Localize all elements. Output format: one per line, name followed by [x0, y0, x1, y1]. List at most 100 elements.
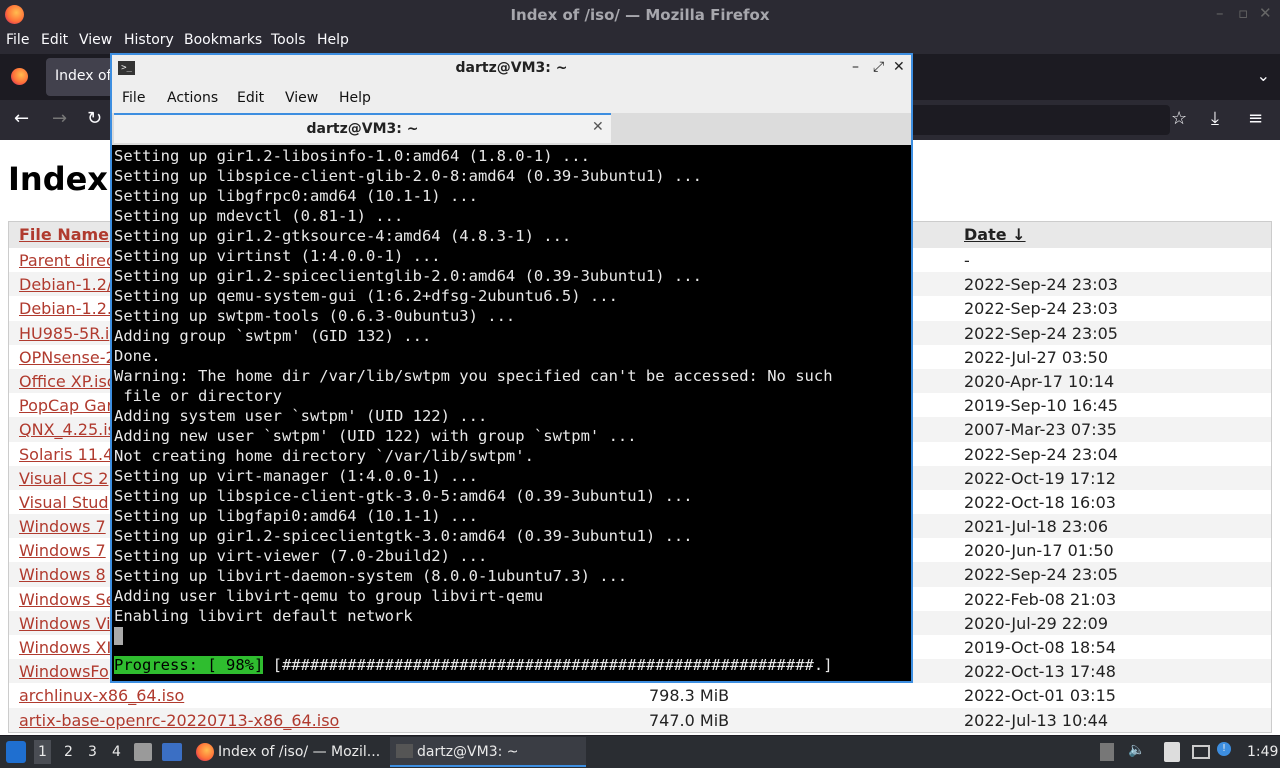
- terminal-line: Adding user libvirt-qemu to group libvir…: [114, 587, 544, 605]
- maximize-icon[interactable]: ▫: [1238, 4, 1248, 22]
- file-date: 2021-Jul-18 23:06: [964, 517, 1109, 537]
- terminal-window[interactable]: >_ dartz@VM3: ~ – ⤢ ✕ File Actions Edit …: [110, 53, 913, 683]
- firefox-titlebar: Index of /iso/ — Mozilla Firefox – ▫ ✕: [0, 0, 1280, 30]
- terminal-line: Setting up swtpm-tools (0.6.3-0ubuntu3) …: [114, 307, 516, 325]
- back-icon[interactable]: ←: [14, 108, 29, 129]
- file-link[interactable]: Windows 8: [19, 565, 106, 584]
- file-date: 2022-Oct-18 16:03: [964, 492, 1116, 512]
- sort-by-name-link[interactable]: File Name: [19, 225, 109, 244]
- window-title: Index of /iso/ — Mozilla Firefox: [510, 6, 770, 24]
- file-date: 2022-Sep-24 23:05: [964, 565, 1118, 585]
- menu-file[interactable]: File: [6, 32, 29, 48]
- terminal-line: Setting up qemu-system-gui (1:6.2+dfsg-2…: [114, 287, 618, 305]
- file-link[interactable]: Office XP.iso: [19, 372, 117, 391]
- taskbar-task-terminal[interactable]: dartz@VM3: ~: [390, 737, 586, 767]
- workspace-2[interactable]: 2: [64, 744, 73, 760]
- workspace-4[interactable]: 4: [112, 744, 121, 760]
- file-link[interactable]: PopCap Gar: [19, 396, 113, 415]
- file-link[interactable]: Windows XI: [19, 638, 111, 657]
- terminal-close-icon[interactable]: ✕: [893, 59, 905, 75]
- file-link[interactable]: Debian-1.2/: [19, 275, 112, 294]
- forward-icon[interactable]: →: [52, 108, 67, 129]
- terminal-maximize-icon[interactable]: ⤢: [873, 59, 884, 75]
- terminal-menu-file[interactable]: File: [122, 90, 145, 106]
- firefox-view-icon[interactable]: [11, 68, 28, 85]
- file-date: -: [964, 251, 970, 270]
- terminal-line: Setting up mdevctl (0.81-1) ...: [114, 207, 404, 225]
- file-link[interactable]: archlinux-x86_64.iso: [19, 686, 184, 705]
- hamburger-menu-icon[interactable]: ≡: [1248, 108, 1263, 129]
- file-link[interactable]: Debian-1.2.: [19, 299, 112, 318]
- bookmark-star-icon[interactable]: ☆: [1171, 108, 1187, 129]
- file-link[interactable]: Windows 7: [19, 541, 106, 560]
- file-link[interactable]: Visual CS 2: [19, 469, 108, 488]
- list-all-tabs-icon[interactable]: ⌄: [1257, 66, 1270, 85]
- minimize-icon[interactable]: –: [1216, 4, 1224, 22]
- terminal-line: Setting up libgfrpc0:amd64 (10.1-1) ...: [114, 187, 478, 205]
- menu-bookmarks[interactable]: Bookmarks: [184, 32, 262, 48]
- show-desktop-icon[interactable]: [162, 743, 182, 761]
- progress-label: Progress: [ 98%]: [114, 656, 264, 674]
- table-row: artix-base-openrc-20220713-x86_64.iso 747…: [9, 707, 1271, 732]
- taskbar: 1 2 3 4 Index of /iso/ — Mozil... dartz@…: [0, 736, 1280, 768]
- file-date: 2020-Apr-17 10:14: [964, 371, 1115, 391]
- file-date: 2022-Oct-19 17:12: [964, 468, 1116, 488]
- taskbar-task-terminal-label: dartz@VM3: ~: [417, 744, 519, 760]
- file-link[interactable]: Visual Stud: [19, 493, 109, 512]
- terminal-line: Adding system user `swtpm' (UID 122) ...: [114, 407, 488, 425]
- table-row: archlinux-x86_64.iso 798.3 MiB 2022-Oct-01…: [9, 683, 1271, 707]
- terminal-line: Setting up libspice-client-glib-2.0-8:am…: [114, 167, 702, 185]
- firefox-menubar: File Edit View History Bookmarks Tools H…: [0, 30, 1280, 54]
- file-date: 2007-Mar-23 07:35: [964, 420, 1117, 440]
- file-manager-icon[interactable]: [134, 743, 152, 761]
- terminal-tab-close-icon[interactable]: ✕: [592, 119, 604, 135]
- file-link[interactable]: Windows 7: [19, 517, 106, 536]
- clipboard-icon[interactable]: [1164, 742, 1180, 762]
- file-link[interactable]: QNX_4.25.is: [19, 420, 116, 439]
- terminal-tab[interactable]: dartz@VM3: ~ ✕: [114, 113, 611, 143]
- taskbar-task-firefox[interactable]: Index of /iso/ — Mozil...: [190, 737, 386, 767]
- download-icon[interactable]: ⤓: [1211, 108, 1219, 129]
- file-link[interactable]: Windows Se: [19, 590, 116, 609]
- menu-edit[interactable]: Edit: [41, 32, 68, 48]
- volume-icon[interactable]: 🔈: [1128, 742, 1145, 758]
- terminal-line: Adding group `swtpm' (GID 132) ...: [114, 327, 432, 345]
- updates-icon[interactable]: [1100, 743, 1114, 761]
- file-date: 2022-Sep-24 23:03: [964, 275, 1118, 295]
- workspace-1[interactable]: 1: [34, 740, 51, 764]
- file-link[interactable]: Windows Vi: [19, 614, 111, 633]
- menu-tools[interactable]: Tools: [271, 32, 306, 48]
- terminal-menu-view[interactable]: View: [285, 90, 318, 106]
- file-link[interactable]: artix-base-openrc-20220713-x86_64.iso: [19, 711, 339, 730]
- clock[interactable]: 1:49: [1247, 744, 1278, 760]
- notification-icon[interactable]: !: [1217, 742, 1231, 756]
- network-icon[interactable]: [1192, 745, 1210, 759]
- terminal-line: Setting up libspice-client-gtk-3.0-5:amd…: [114, 487, 693, 505]
- terminal-line: Setting up gir1.2-gtksource-4:amd64 (4.8…: [114, 227, 572, 245]
- terminal-line: Done.: [114, 347, 161, 365]
- start-menu-icon[interactable]: [6, 741, 26, 763]
- terminal-titlebar[interactable]: >_ dartz@VM3: ~ – ⤢ ✕: [112, 55, 911, 83]
- file-link[interactable]: WindowsFo: [19, 662, 109, 681]
- workspace-3[interactable]: 3: [88, 744, 97, 760]
- terminal-line: Warning: The home dir /var/lib/swtpm you…: [114, 367, 833, 385]
- terminal-menu-help[interactable]: Help: [339, 90, 371, 106]
- terminal-window-title: dartz@VM3: ~: [455, 60, 568, 76]
- menu-help[interactable]: Help: [317, 32, 349, 48]
- file-date: 2022-Feb-08 21:03: [964, 589, 1117, 609]
- file-link[interactable]: Solaris 11.4: [19, 445, 113, 464]
- file-date: 2022-Jul-27 03:50: [964, 347, 1109, 367]
- terminal-menu-actions[interactable]: Actions: [167, 90, 218, 106]
- file-link[interactable]: Parent direc: [19, 251, 115, 270]
- terminal-output[interactable]: Setting up gir1.2-libosinfo-1.0:amd64 (1…: [114, 146, 909, 681]
- reload-icon[interactable]: ↻: [87, 108, 102, 129]
- file-date: 2019-Sep-10 16:45: [964, 396, 1118, 416]
- menu-history[interactable]: History: [124, 32, 174, 48]
- sort-by-date-link[interactable]: Date ↓: [964, 225, 1026, 244]
- close-icon[interactable]: ✕: [1259, 4, 1272, 22]
- menu-view[interactable]: View: [79, 32, 112, 48]
- terminal-menu-edit[interactable]: Edit: [237, 90, 264, 106]
- terminal-minimize-icon[interactable]: –: [852, 59, 859, 75]
- file-link[interactable]: HU985-5R.i: [19, 324, 109, 343]
- file-link[interactable]: OPNsense-2: [19, 348, 116, 367]
